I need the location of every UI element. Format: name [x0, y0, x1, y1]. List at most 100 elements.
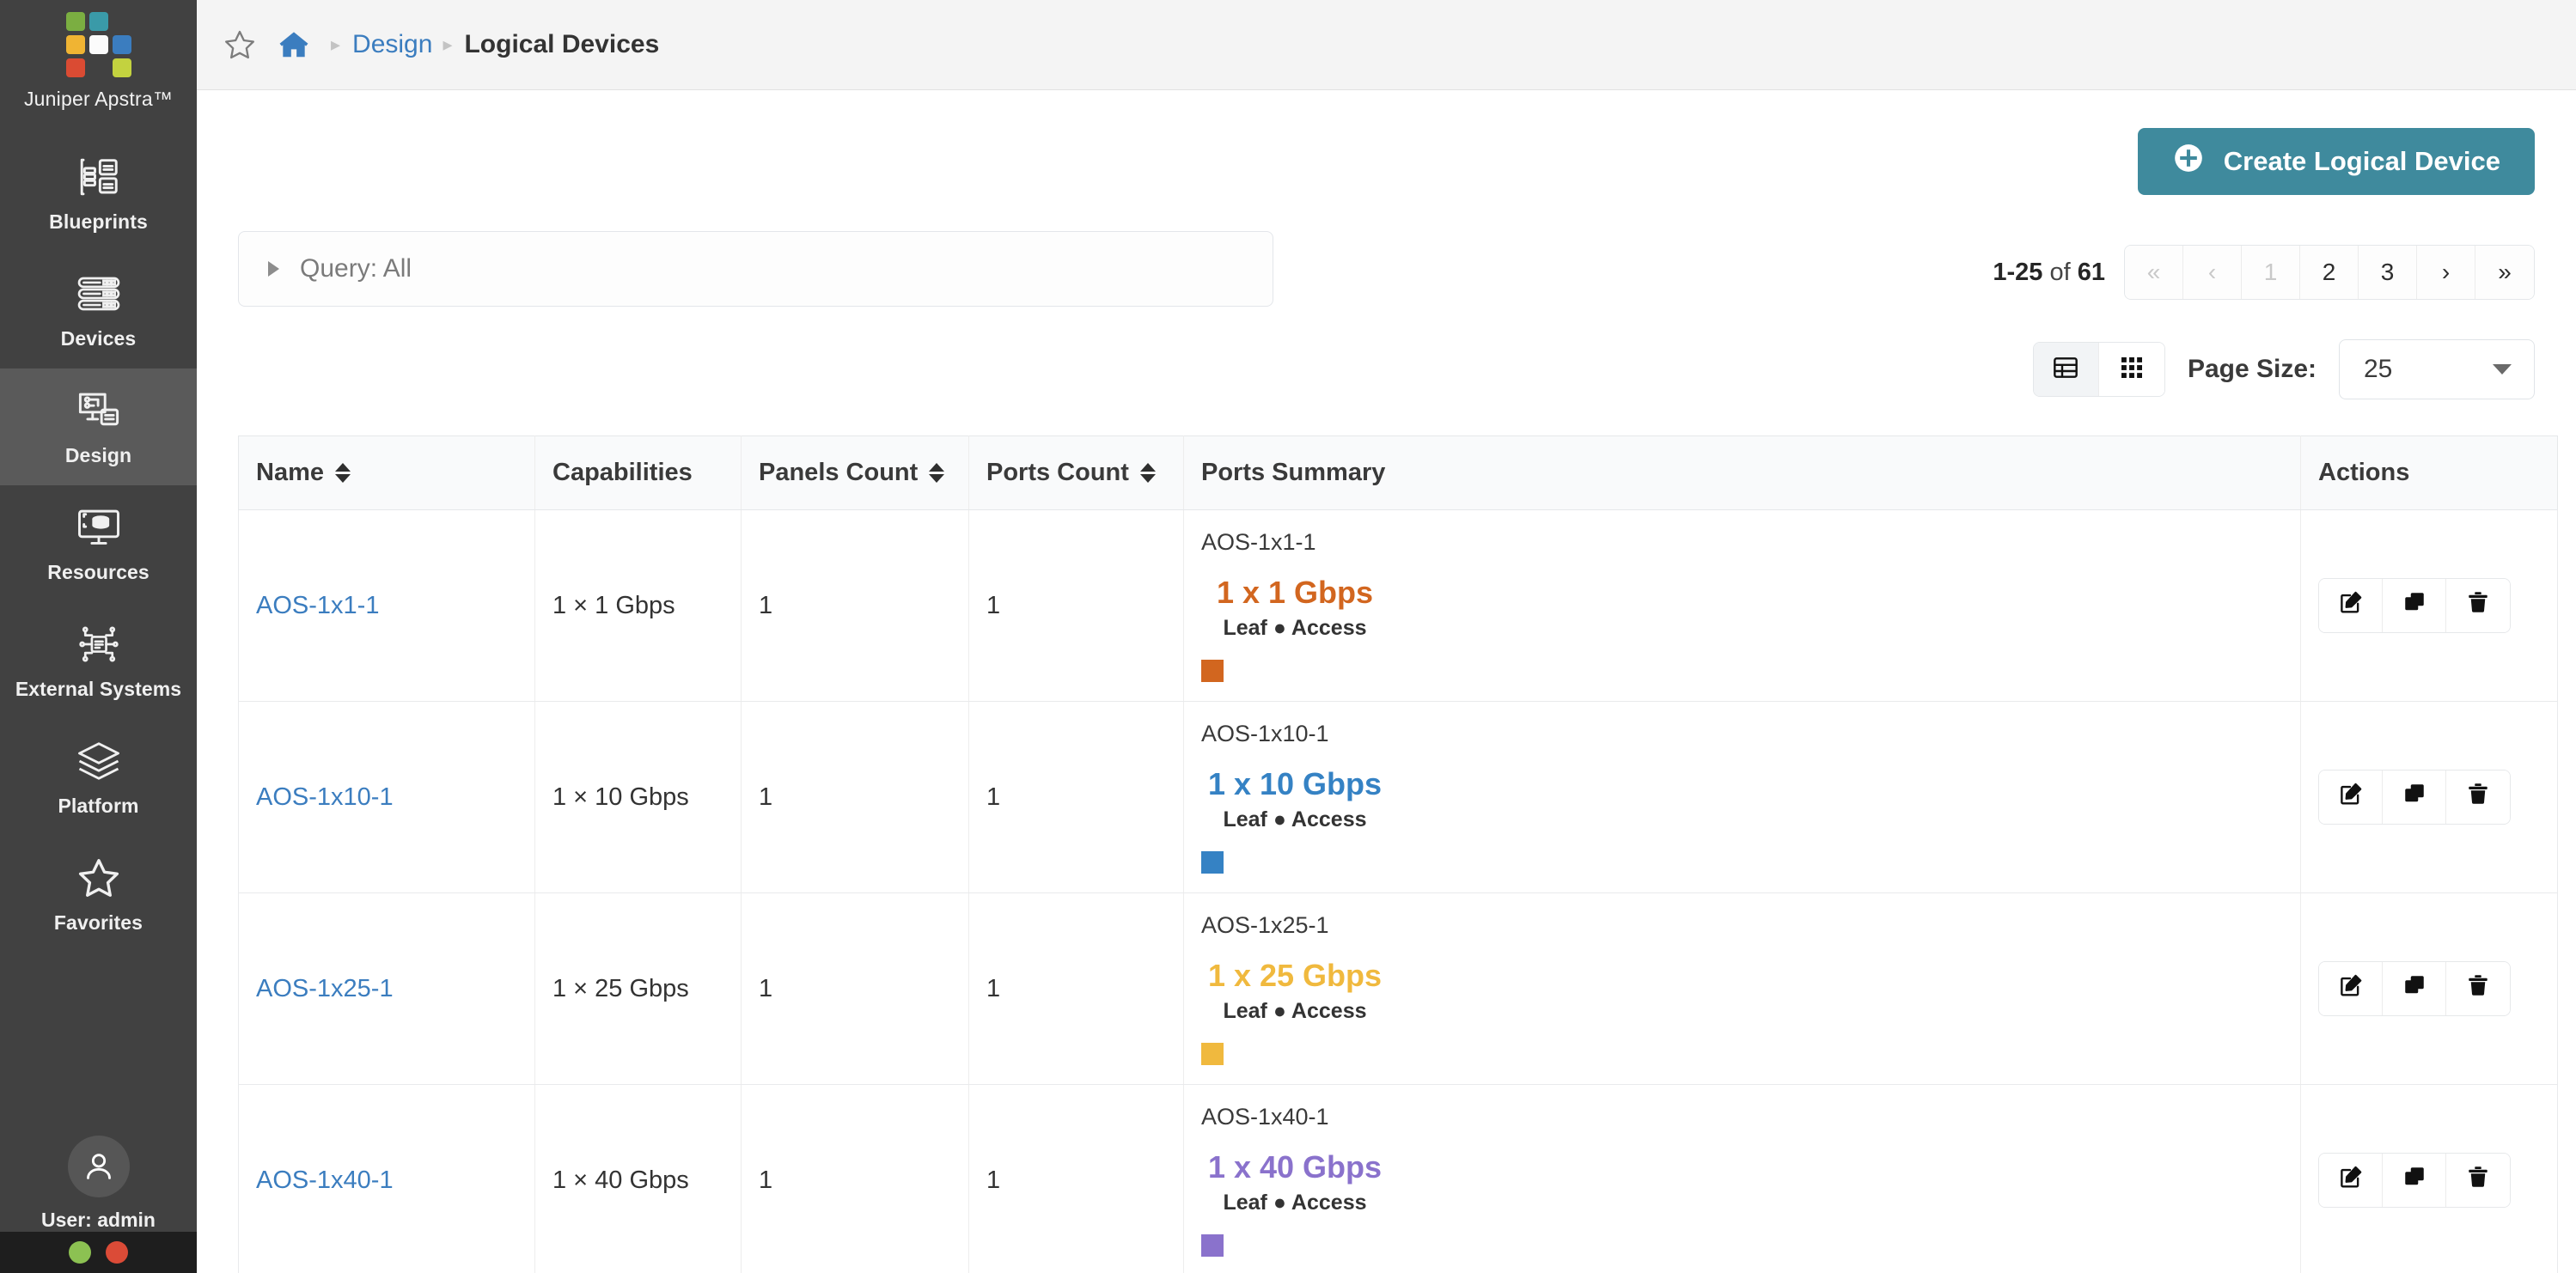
row-actions — [2318, 770, 2511, 825]
delete-button[interactable] — [2446, 962, 2510, 1015]
cell-name: AOS-1x25-1 — [238, 892, 535, 1085]
primary-nav: Blueprints Devices Design Resources External… — [0, 135, 197, 953]
cell-capabilities: 1 × 1 Gbps — [534, 509, 742, 702]
home-icon[interactable] — [278, 28, 310, 61]
sort-toggle-icon[interactable] — [1139, 463, 1156, 483]
logo-cell-3 — [65, 35, 85, 54]
main-area: ▸ Design ▸ Logical Devices Create Logica… — [197, 0, 2576, 1273]
delete-button[interactable] — [2446, 1154, 2510, 1207]
cell-panels-count: 1 — [741, 1084, 969, 1273]
sidebar-item-devices[interactable]: Devices — [0, 252, 197, 368]
cell-capabilities: 1 × 25 Gbps — [534, 892, 742, 1085]
column-header-label: Ports Summary — [1201, 459, 1386, 486]
delete-button[interactable] — [2446, 579, 2510, 632]
external-systems-icon — [76, 621, 122, 667]
filter-row: Query: All 1-25 of 61 «‹ 1 2 3 ›» — [238, 231, 2535, 307]
next-page-button[interactable]: › — [2417, 246, 2475, 299]
sidebar-item-label: Platform — [58, 794, 139, 817]
ports-summary-swatch — [1201, 1234, 1224, 1257]
cell-name: AOS-1x1-1 — [238, 509, 535, 702]
ports-summary-swatch — [1201, 1043, 1224, 1065]
design-icon — [76, 387, 122, 434]
prev-page-button: ‹ — [2183, 246, 2242, 299]
pagination-of: of — [2049, 258, 2071, 286]
status-dot-0[interactable] — [69, 1241, 91, 1264]
blueprints-icon — [76, 154, 122, 200]
copy-icon — [2402, 589, 2427, 622]
page-3-button[interactable]: 3 — [2359, 246, 2417, 299]
sidebar-item-platform[interactable]: Platform — [0, 719, 197, 836]
toolbar: Create Logical Device — [238, 90, 2535, 195]
clone-button[interactable] — [2383, 1154, 2446, 1207]
page-2-button[interactable]: 2 — [2300, 246, 2359, 299]
edit-button[interactable] — [2319, 962, 2383, 1015]
logical-device-link[interactable]: AOS-1x40-1 — [256, 1166, 394, 1194]
clone-button[interactable] — [2383, 770, 2446, 824]
logical-device-link[interactable]: AOS-1x1-1 — [256, 592, 379, 619]
logo-cell-4 — [89, 35, 108, 54]
column-header-ports-count[interactable]: Ports Count — [968, 436, 1184, 510]
ports-summary-swatch — [1201, 660, 1224, 682]
page-size-select[interactable]: 25 — [2339, 339, 2535, 399]
column-header-name[interactable]: Name — [238, 436, 535, 510]
cell-panels-count: 1 — [741, 892, 969, 1085]
sidebar-item-blueprints[interactable]: Blueprints — [0, 135, 197, 252]
table-row: AOS-1x40-1 1 × 40 Gbps 1 1 AOS-1x40-1 1 x 40 … — [238, 1084, 2558, 1273]
copy-icon — [2402, 1164, 2427, 1197]
row-actions — [2318, 578, 2511, 633]
cell-actions — [2300, 509, 2558, 702]
last-page-button[interactable]: » — [2475, 246, 2534, 299]
cell-ports-count: 1 — [968, 509, 1184, 702]
edit-button[interactable] — [2319, 579, 2383, 632]
pagination-range: 1-25 — [1993, 258, 2043, 286]
clone-button[interactable] — [2383, 579, 2446, 632]
edit-pencil-icon — [2338, 1164, 2364, 1197]
delete-button[interactable] — [2446, 770, 2510, 824]
sidebar-item-external-systems[interactable]: External Systems — [0, 602, 197, 719]
sort-toggle-icon[interactable] — [335, 463, 351, 483]
ports-summary-roles: Leaf ● Access — [1223, 807, 1367, 831]
logical-device-link[interactable]: AOS-1x25-1 — [256, 975, 394, 1002]
ports-summary-roles: Leaf ● Access — [1223, 616, 1367, 640]
apstra-logo-icon — [65, 12, 131, 77]
plus-circle-icon — [2172, 142, 2205, 181]
query-filter[interactable]: Query: All — [238, 231, 1273, 307]
edit-button[interactable] — [2319, 770, 2383, 824]
column-header-panels-count[interactable]: Panels Count — [741, 436, 969, 510]
app-root: Juniper Apstra™ Blueprints Devices Design R… — [0, 0, 2576, 1273]
ports-summary-name: AOS-1x1-1 — [1201, 529, 1316, 555]
ports-summary-swatch — [1201, 851, 1224, 874]
sidebar-item-design[interactable]: Design — [0, 368, 197, 485]
cell-name: AOS-1x40-1 — [238, 1084, 535, 1273]
clone-button[interactable] — [2383, 962, 2446, 1015]
cell-capabilities: 1 × 40 Gbps — [534, 1084, 742, 1273]
copy-icon — [2402, 781, 2427, 813]
cell-ports-summary: AOS-1x1-1 1 x 1 Gbps Leaf ● Access — [1183, 509, 2301, 702]
column-header-label: Actions — [2318, 459, 2410, 486]
create-logical-device-button[interactable]: Create Logical Device — [2137, 128, 2535, 195]
sort-toggle-icon[interactable] — [929, 463, 945, 483]
grid-view-button[interactable] — [2098, 343, 2164, 396]
cell-ports-summary: AOS-1x40-1 1 x 40 Gbps Leaf ● Access — [1183, 1084, 2301, 1273]
breadcrumb-parent-link[interactable]: Design — [352, 30, 432, 59]
edit-pencil-icon — [2338, 589, 2364, 622]
logical-device-link[interactable]: AOS-1x10-1 — [256, 783, 394, 811]
table-header-row: Name Capabilities Panels Count Ports Count P… — [238, 436, 2558, 510]
table-header: Name Capabilities Panels Count Ports Count P… — [238, 436, 2558, 510]
user-block[interactable]: User: admin — [0, 1136, 197, 1232]
logo-cell-2 — [113, 12, 131, 31]
column-header-ports-summary: Ports Summary — [1183, 436, 2301, 510]
sidebar-item-label: Devices — [60, 326, 137, 350]
page-title: Logical Devices — [464, 30, 660, 58]
table-view-button[interactable] — [2033, 343, 2099, 396]
logo-cell-1 — [89, 12, 108, 31]
cell-panels-count: 1 — [741, 509, 969, 702]
star-outline-icon[interactable] — [223, 27, 257, 62]
top-bar: ▸ Design ▸ Logical Devices — [197, 0, 2576, 90]
logical-devices-table: Name Capabilities Panels Count Ports Count P… — [238, 436, 2558, 1273]
sidebar-item-resources[interactable]: Resources — [0, 485, 197, 602]
sidebar-item-favorites[interactable]: Favorites — [0, 836, 197, 953]
status-dot-1[interactable] — [106, 1241, 128, 1264]
edit-button[interactable] — [2319, 1154, 2383, 1207]
logo-cell-7 — [89, 58, 108, 77]
